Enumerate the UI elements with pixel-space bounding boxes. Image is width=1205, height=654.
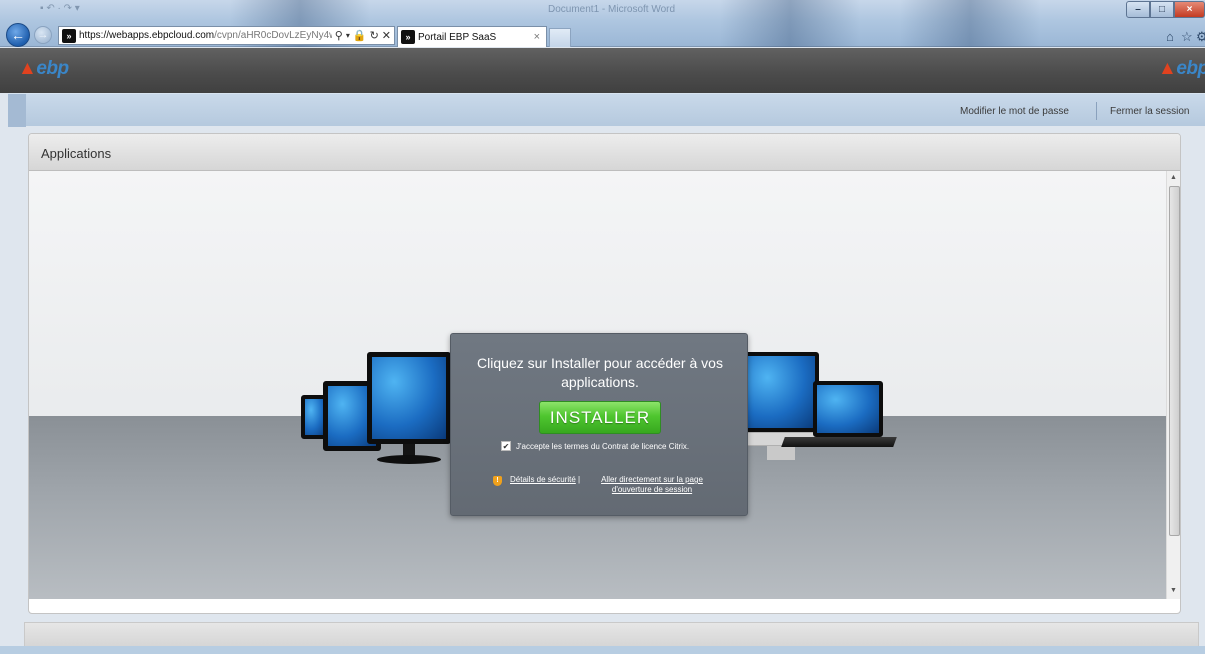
- ebp-logo-mark-icon: ▲: [1158, 58, 1177, 79]
- scroll-up-arrow-icon[interactable]: ▲: [1170, 174, 1177, 181]
- maximize-button[interactable]: □: [1150, 1, 1174, 18]
- browser-chrome: ▪ ↶ · ↷ ▾ Document1 - Microsoft Word ← →…: [0, 0, 1205, 47]
- license-agreement: ✔ J'accepte les termes du Contrat de lic…: [501, 441, 731, 451]
- security-details-link[interactable]: Détails de sécurité: [510, 475, 576, 485]
- titlebar-glow: [900, 0, 1040, 47]
- forward-arrow-icon: →: [37, 29, 49, 41]
- stop-icon[interactable]: ✕: [382, 29, 391, 42]
- refresh-icon[interactable]: ↻: [370, 29, 379, 42]
- app-header: ▲ebp ▲ebp: [0, 48, 1205, 93]
- settings-gear-icon[interactable]: ⚙: [1196, 29, 1205, 45]
- install-message: Cliquez sur Installer pour accéder à vos…: [477, 355, 723, 390]
- toolbar-edge: [8, 94, 26, 127]
- search-icon[interactable]: ⚲: [335, 29, 343, 42]
- forward-button[interactable]: →: [34, 26, 52, 44]
- ebp-logo: ▲ebp: [18, 58, 69, 79]
- logout-link[interactable]: Fermer la session: [1110, 106, 1189, 117]
- favorites-star-icon[interactable]: ☆: [1181, 29, 1193, 45]
- url-path: /cvpn/aHR0cDovLzEyNy4wLjA: [214, 30, 332, 41]
- monitor-illustration: [367, 352, 451, 464]
- footer-strip: [0, 646, 1205, 654]
- panel-header: Applications: [29, 134, 1180, 171]
- install-button[interactable]: INSTALLER: [539, 401, 661, 434]
- install-dialog: Cliquez sur Installer pour accéder à vos…: [450, 333, 748, 516]
- security-shield-icon: !: [493, 476, 502, 486]
- citrix-favicon: »: [401, 30, 415, 44]
- address-bar[interactable]: » https://webapps.ebpcloud.com /cvpn/aHR…: [58, 26, 395, 45]
- new-tab-button[interactable]: [549, 28, 571, 47]
- window-title: Document1 - Microsoft Word: [548, 4, 676, 15]
- tab-label: Portail EBP SaaS: [418, 31, 497, 43]
- lock-icon[interactable]: 🔒: [353, 29, 367, 42]
- panel-title: Applications: [41, 146, 112, 161]
- close-button[interactable]: ×: [1174, 1, 1205, 18]
- titlebar-glow: [720, 0, 860, 47]
- ebp-logo: ▲ebp: [1158, 58, 1205, 79]
- quick-access-toolbar: ▪ ↶ · ↷ ▾: [40, 3, 80, 14]
- divider: [1096, 102, 1097, 120]
- vertical-scrollbar[interactable]: ▲ ▼: [1166, 171, 1180, 599]
- applications-panel: Applications Cliquez sur Installer pour …: [28, 133, 1181, 614]
- link-separator: |: [578, 475, 581, 484]
- url-host: https://webapps.ebpcloud.com: [79, 30, 215, 41]
- citrix-favicon: »: [62, 28, 76, 43]
- license-text: J'accepte les termes du Contrat de licen…: [516, 441, 690, 451]
- tab-portail-ebp[interactable]: » Portail EBP SaaS ×: [397, 26, 547, 47]
- footer-bar: [24, 622, 1199, 648]
- minimize-button[interactable]: –: [1126, 1, 1150, 18]
- license-checkbox[interactable]: ✔: [501, 441, 511, 451]
- home-icon[interactable]: ⌂: [1166, 29, 1174, 44]
- scrollbar-thumb[interactable]: [1169, 186, 1180, 536]
- tab-close-icon[interactable]: ×: [534, 31, 540, 43]
- dropdown-icon[interactable]: ▾: [346, 31, 350, 40]
- applications-stage: Cliquez sur Installer pour accéder à vos…: [29, 171, 1166, 599]
- back-arrow-icon: ←: [11, 27, 25, 43]
- direct-login-link[interactable]: Aller directement sur la page d'ouvertur…: [587, 475, 717, 495]
- scroll-down-arrow-icon[interactable]: ▼: [1170, 587, 1177, 594]
- laptop-illustration: [781, 381, 897, 457]
- change-password-link[interactable]: Modifier le mot de passe: [960, 106, 1069, 117]
- back-button[interactable]: ←: [6, 23, 30, 47]
- ebp-logo-mark-icon: ▲: [18, 58, 37, 79]
- user-toolbar: Modifier le mot de passe Fermer la sessi…: [8, 93, 1205, 127]
